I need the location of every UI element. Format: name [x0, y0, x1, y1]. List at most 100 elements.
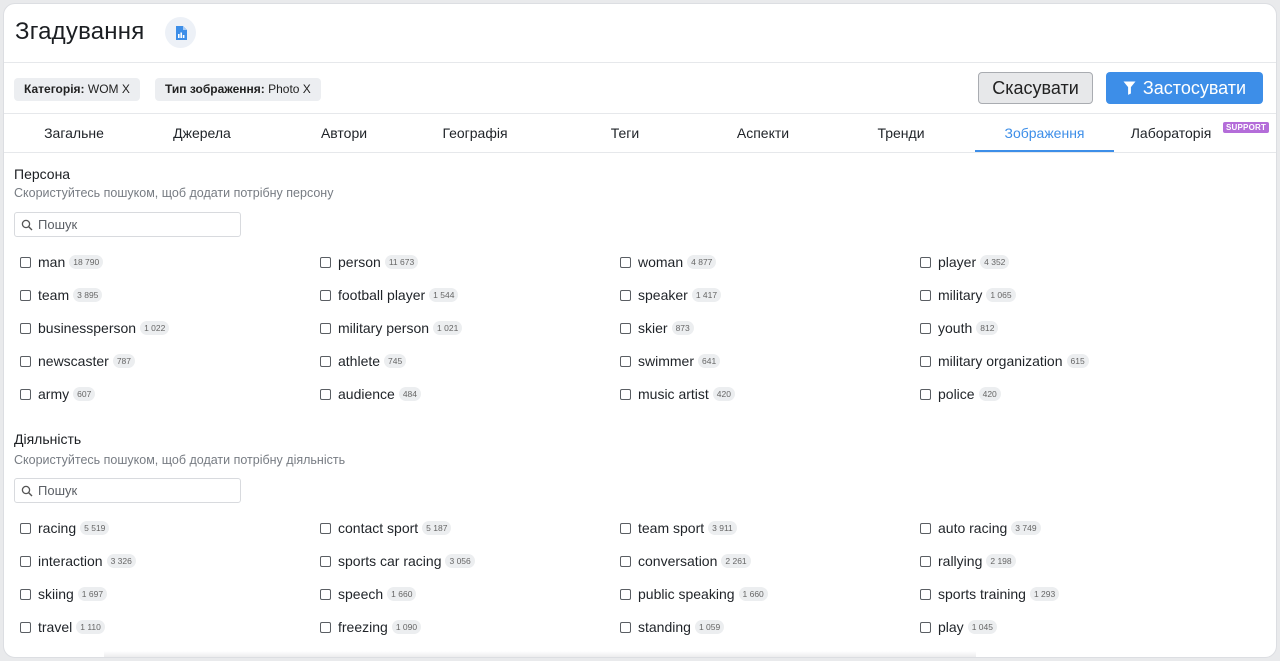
checkbox[interactable]: [620, 555, 631, 567]
filter-option[interactable]: speech 1 660: [320, 584, 417, 604]
checkbox[interactable]: [920, 522, 931, 534]
count-badge: 3 749: [1011, 521, 1041, 535]
filter-option[interactable]: team 3 895: [20, 285, 103, 305]
filter-option[interactable]: player 4 352: [920, 252, 1010, 272]
tab-trends[interactable]: Тренди: [851, 114, 951, 152]
activity-search[interactable]: [14, 478, 241, 503]
checkbox[interactable]: [920, 289, 931, 301]
filter-option[interactable]: skier 873: [620, 318, 694, 338]
option-label: military organization: [938, 353, 1063, 369]
tab-aspects[interactable]: Аспекти: [713, 114, 813, 152]
option-label: military: [938, 287, 983, 303]
checkbox[interactable]: [920, 322, 931, 334]
filter-option[interactable]: military person 1 021: [320, 318, 463, 338]
checkbox[interactable]: [620, 388, 631, 400]
checkbox[interactable]: [620, 322, 631, 334]
apply-button[interactable]: Застосувати: [1106, 72, 1263, 104]
option-label: sports training: [938, 586, 1026, 602]
filter-option[interactable]: man 18 790: [20, 252, 104, 272]
page-title: Згадування: [15, 18, 145, 45]
tab-authors[interactable]: Автори: [294, 114, 394, 152]
filter-option[interactable]: newscaster 787: [20, 351, 135, 371]
filter-option[interactable]: freezing 1 090: [320, 617, 422, 637]
filter-option[interactable]: person 11 673: [320, 252, 419, 272]
checkbox[interactable]: [620, 256, 631, 268]
tab-geography[interactable]: Географія: [425, 114, 525, 152]
option-label: speaker: [638, 287, 688, 303]
filter-chip-image-type[interactable]: Тип зображення: Photo X: [155, 78, 321, 101]
tab-tags[interactable]: Теги: [575, 114, 675, 152]
count-badge: 873: [671, 321, 694, 335]
checkbox[interactable]: [320, 522, 331, 534]
checkbox[interactable]: [20, 621, 31, 633]
filter-option[interactable]: public speaking 1 660: [620, 584, 768, 604]
checkbox[interactable]: [320, 555, 331, 567]
count-badge: 3 911: [708, 521, 737, 535]
checkbox[interactable]: [620, 621, 631, 633]
checkbox[interactable]: [920, 256, 931, 268]
filter-option[interactable]: speaker 1 417: [620, 285, 722, 305]
checkbox[interactable]: [20, 588, 31, 600]
filter-option[interactable]: sports car racing 3 056: [320, 551, 475, 571]
checkbox[interactable]: [320, 289, 331, 301]
checkbox[interactable]: [920, 588, 931, 600]
filter-option[interactable]: auto racing 3 749: [920, 518, 1041, 538]
filter-chip-category[interactable]: Категорія: WOM X: [14, 78, 140, 101]
checkbox[interactable]: [20, 388, 31, 400]
checkbox-row: army 607 audience 484 music artist 420 police 4…: [20, 384, 1220, 417]
checkbox[interactable]: [620, 522, 631, 534]
tab-images[interactable]: Зображення: [975, 114, 1114, 152]
checkbox[interactable]: [920, 388, 931, 400]
filter-option[interactable]: conversation 2 261: [620, 551, 751, 571]
checkbox[interactable]: [320, 355, 331, 367]
checkbox[interactable]: [20, 522, 31, 534]
filter-option[interactable]: skiing 1 697: [20, 584, 108, 604]
checkbox[interactable]: [920, 355, 931, 367]
filter-option[interactable]: police 420: [920, 384, 1001, 404]
filter-option[interactable]: racing 5 519: [20, 518, 110, 538]
checkbox[interactable]: [20, 322, 31, 334]
filter-option[interactable]: army 607: [20, 384, 96, 404]
checkbox[interactable]: [920, 621, 931, 633]
checkbox[interactable]: [320, 588, 331, 600]
filter-option[interactable]: sports training 1 293: [920, 584, 1060, 604]
filter-option[interactable]: contact sport 5 187: [320, 518, 452, 538]
filter-option[interactable]: military organization 615: [920, 351, 1089, 371]
filter-option[interactable]: interaction 3 326: [20, 551, 136, 571]
report-button[interactable]: [165, 17, 196, 48]
tab-lab[interactable]: Лабораторія: [1122, 114, 1220, 152]
filter-option[interactable]: team sport 3 911: [620, 518, 737, 538]
tab-general[interactable]: Загальне: [24, 114, 124, 152]
checkbox[interactable]: [20, 289, 31, 301]
checkbox[interactable]: [620, 289, 631, 301]
filter-option[interactable]: military 1 065: [920, 285, 1016, 305]
checkbox[interactable]: [320, 256, 331, 268]
tab-sources[interactable]: Джерела: [152, 114, 252, 152]
checkbox[interactable]: [20, 256, 31, 268]
checkbox[interactable]: [20, 355, 31, 367]
checkbox[interactable]: [320, 322, 331, 334]
persona-search-input[interactable]: [38, 217, 218, 232]
checkbox[interactable]: [320, 621, 331, 633]
filter-option[interactable]: rallying 2 198: [920, 551, 1016, 571]
checkbox[interactable]: [620, 355, 631, 367]
checkbox[interactable]: [620, 588, 631, 600]
filter-option[interactable]: athlete 745: [320, 351, 407, 371]
checkbox[interactable]: [320, 388, 331, 400]
filter-option[interactable]: businessperson 1 022: [20, 318, 170, 338]
filter-option[interactable]: music artist 420: [620, 384, 735, 404]
checkbox[interactable]: [20, 555, 31, 567]
filter-option[interactable]: play 1 045: [920, 617, 997, 637]
filter-option[interactable]: standing 1 059: [620, 617, 725, 637]
activity-search-input[interactable]: [38, 483, 218, 498]
cancel-button[interactable]: Скасувати: [978, 72, 1093, 104]
persona-search[interactable]: [14, 212, 241, 237]
filter-option[interactable]: swimmer 641: [620, 351, 721, 371]
filter-option[interactable]: football player 1 544: [320, 285, 459, 305]
filter-option[interactable]: audience 484: [320, 384, 422, 404]
count-badge: 4 877: [687, 255, 717, 269]
filter-option[interactable]: woman 4 877: [620, 252, 717, 272]
filter-option[interactable]: travel 1 110: [20, 617, 105, 637]
filter-option[interactable]: youth 812: [920, 318, 999, 338]
checkbox[interactable]: [920, 555, 931, 567]
